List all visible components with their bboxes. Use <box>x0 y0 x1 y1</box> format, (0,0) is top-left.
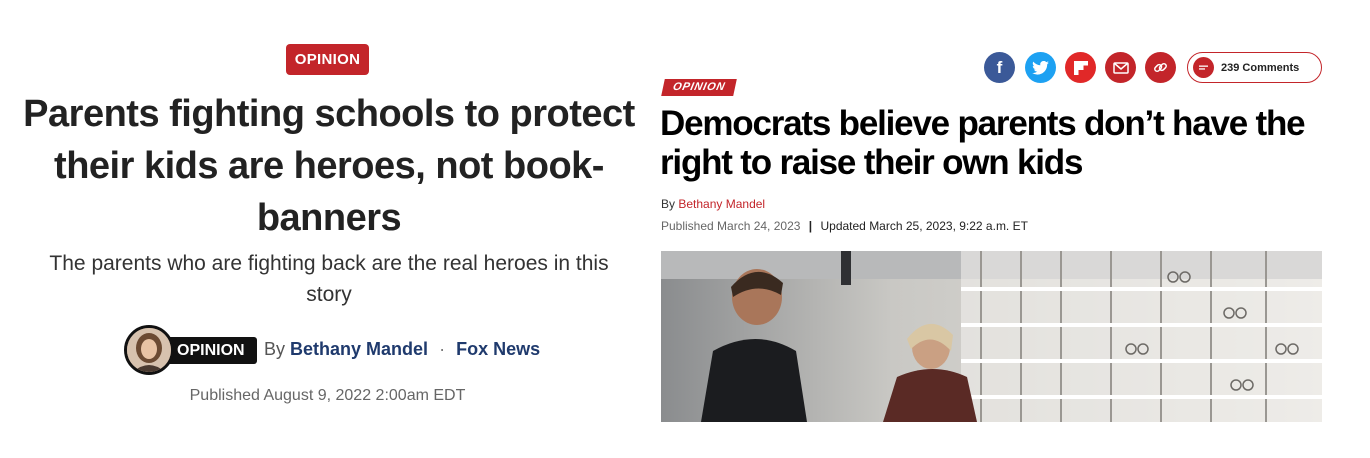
facebook-icon: f <box>996 57 1003 77</box>
share-bar: f 239 Comments <box>984 52 1324 84</box>
twitter-share-button[interactable] <box>1025 52 1056 83</box>
comments-button[interactable]: 239 Comments <box>1187 52 1322 83</box>
facebook-share-button[interactable]: f <box>984 52 1015 83</box>
published-date: Published August 9, 2022 2:00am EDT <box>189 387 466 404</box>
byline-by: By <box>661 197 676 211</box>
updated-date: Updated March 25, 2023, 9:22 a.m. ET <box>820 219 1028 233</box>
byline-by: By <box>264 339 286 359</box>
email-share-button[interactable] <box>1105 52 1136 83</box>
hero-image[interactable] <box>661 251 1322 422</box>
author-avatar[interactable] <box>124 325 174 375</box>
date-separator: | <box>808 219 813 233</box>
source-link[interactable]: Fox News <box>456 339 540 359</box>
byline: By Bethany Mandel <box>661 197 765 211</box>
byline-separator: · <box>439 339 446 359</box>
byline: OPINION By Bethany Mandel · Fox News <box>124 325 544 377</box>
fox-article-header: OPINION Parents fighting schools to prot… <box>0 0 655 458</box>
comment-bubble-icon <box>1193 57 1214 78</box>
opinion-tag[interactable]: OPINION <box>167 337 257 364</box>
store-scene-illustration <box>661 251 1322 422</box>
comments-count: 239 Comments <box>1221 61 1300 74</box>
subheadline: The parents who are fighting back are th… <box>49 252 609 306</box>
opinion-badge[interactable]: OPINION <box>286 44 369 75</box>
headline: Democrats believe parents don’t have the… <box>660 104 1306 182</box>
author-link[interactable]: Bethany Mandel <box>290 339 428 359</box>
author-link[interactable]: Bethany Mandel <box>678 197 765 211</box>
twitter-icon <box>1032 60 1049 75</box>
avatar-portrait-icon <box>127 328 171 372</box>
published-date: Published March 24, 2023 <box>661 219 801 233</box>
headline: Parents fighting schools to protect thei… <box>23 93 635 239</box>
opinion-badge[interactable]: OPINION <box>661 79 737 96</box>
flipboard-icon <box>1073 60 1088 75</box>
copy-link-button[interactable] <box>1145 52 1176 83</box>
nypost-article-header: f 239 Comments OPINION Democrats believe… <box>655 0 1370 458</box>
link-icon <box>1154 62 1167 73</box>
article-dates: Published March 24, 2023 | Updated March… <box>661 219 1028 233</box>
byline-text: By Bethany Mandel · Fox News <box>264 339 540 360</box>
flipboard-share-button[interactable] <box>1065 52 1096 83</box>
email-icon <box>1112 61 1129 74</box>
